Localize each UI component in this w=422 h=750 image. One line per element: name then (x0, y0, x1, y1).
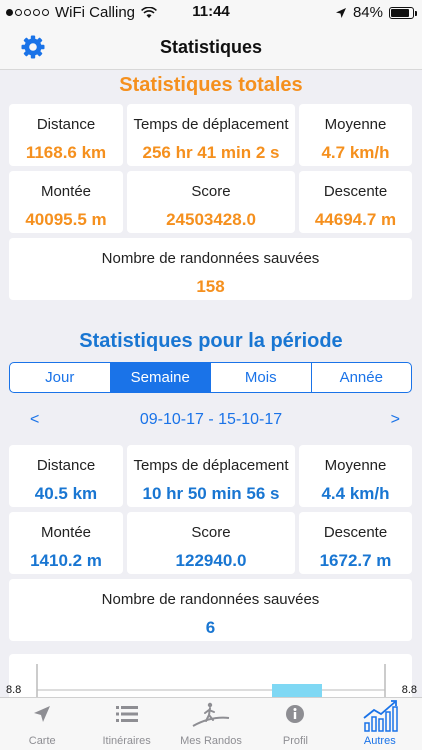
tab-carte[interactable]: Carte (0, 698, 84, 750)
total-score-card: Score 24503428.0 (127, 171, 295, 233)
total-hikes-value: 158 (196, 277, 225, 296)
period-navigator: < 09-10-17 - 15-10-17 > (0, 410, 422, 434)
total-moving-time-label: Temps de déplacement (133, 116, 289, 133)
list-icon (115, 706, 138, 722)
period-average-card: Moyenne 4.4 km/h (299, 445, 412, 507)
total-score-value: 24503428.0 (166, 210, 256, 229)
period-hikes-card: Nombre de randonnées sauvées 6 (9, 579, 412, 641)
period-ascent-value: 1410.2 m (30, 551, 102, 570)
tab-mes-randos-label: Mes Randos (180, 735, 242, 747)
tab-itineraires-label: Itinéraires (102, 735, 151, 747)
period-descent-value: 1672.7 m (319, 551, 392, 570)
period-distance-value: 40.5 km (34, 484, 98, 503)
total-descent-value: 44694.7 m (314, 210, 397, 229)
navigation-arrow-icon (34, 706, 51, 722)
period-score-card: Score 122940.0 (127, 512, 295, 574)
period-segmented-control: Jour Semaine Mois Année (9, 362, 412, 393)
total-average-label: Moyenne (324, 116, 387, 133)
period-distance-card: Distance 40.5 km (9, 445, 123, 507)
chart-canvas (36, 664, 386, 697)
total-distance-label: Distance (36, 116, 96, 133)
status-right: 84% (335, 4, 417, 21)
period-ascent-label: Montée (40, 524, 92, 541)
tab-jour[interactable]: Jour (10, 363, 110, 392)
period-hikes-label: Nombre de randonnées sauvées (101, 591, 320, 608)
period-hikes-value: 6 (205, 618, 216, 637)
chart-left-tick: 8.8 (6, 684, 22, 696)
total-distance-card: Distance 1168.6 km (9, 104, 123, 166)
hiker-icon (192, 702, 230, 727)
tab-autres-label: Autres (363, 735, 396, 747)
status-bar: WiFi Calling 11:44 84% (0, 0, 422, 24)
period-range: 09-10-17 - 15-10-17 (139, 411, 283, 428)
tab-carte-label: Carte (28, 735, 56, 747)
total-hikes-card: Nombre de randonnées sauvées 158 (9, 238, 412, 300)
tab-autres[interactable]: Autres (338, 698, 422, 750)
info-icon (286, 705, 305, 723)
total-average-value: 4.7 km/h (321, 143, 390, 162)
total-descent-card: Descente 44694.7 m (299, 171, 412, 233)
total-stats-title: Statistiques totales (119, 74, 303, 96)
tab-mes-randos[interactable]: Mes Randos (169, 698, 253, 750)
tab-bar: Carte Itinéraires Mes Randos Profil Autr… (0, 697, 422, 750)
tab-itineraires[interactable]: Itinéraires (84, 698, 168, 750)
page-title: Statistiques (159, 37, 263, 57)
chart-right-tick: 8.8 (401, 684, 417, 696)
total-ascent-value: 40095.5 m (25, 210, 107, 229)
total-hikes-label: Nombre de randonnées sauvées (101, 250, 320, 267)
tab-profil[interactable]: Profil (253, 698, 337, 750)
tab-semaine[interactable]: Semaine (109, 363, 210, 392)
total-ascent-label: Montée (40, 183, 92, 200)
chart-bar (272, 684, 322, 697)
period-stats-title: Statistiques pour la période (79, 330, 343, 352)
period-score-value: 122940.0 (175, 551, 247, 570)
total-distance-value: 1168.6 km (25, 143, 107, 162)
battery-percent: 84% (352, 4, 383, 21)
period-average-label: Moyenne (324, 457, 387, 474)
period-moving-time-card: Temps de déplacement 10 hr 50 min 56 s (127, 445, 295, 507)
tab-profil-label: Profil (282, 735, 308, 747)
period-score-label: Score (191, 524, 231, 541)
location-arrow-icon (335, 7, 346, 18)
period-moving-time-label: Temps de déplacement (133, 457, 289, 474)
tab-mois[interactable]: Mois (210, 363, 311, 392)
statistics-chart-icon (363, 700, 398, 732)
next-period-button[interactable]: > (391, 411, 400, 429)
battery-icon (389, 6, 417, 19)
total-ascent-card: Montée 40095.5 m (9, 171, 123, 233)
period-moving-time-value: 10 hr 50 min 56 s (142, 484, 280, 503)
period-ascent-card: Montée 1410.2 m (9, 512, 123, 574)
period-descent-card: Descente 1672.7 m (299, 512, 412, 574)
total-average-card: Moyenne 4.7 km/h (299, 104, 412, 166)
total-moving-time-card: Temps de déplacement 256 hr 41 min 2 s (127, 104, 295, 166)
period-chart (9, 654, 412, 697)
tab-annee[interactable]: Année (310, 363, 412, 392)
total-moving-time-value: 256 hr 41 min 2 s (142, 143, 280, 162)
period-distance-label: Distance (36, 457, 96, 474)
period-descent-label: Descente (323, 524, 388, 541)
period-average-value: 4.4 km/h (321, 484, 390, 503)
navigation-bar: Statistiques (0, 24, 422, 70)
total-descent-label: Descente (323, 183, 388, 200)
total-score-label: Score (191, 183, 231, 200)
statistics-content[interactable]: Statistiques totales Distance 1168.6 km … (0, 70, 422, 697)
